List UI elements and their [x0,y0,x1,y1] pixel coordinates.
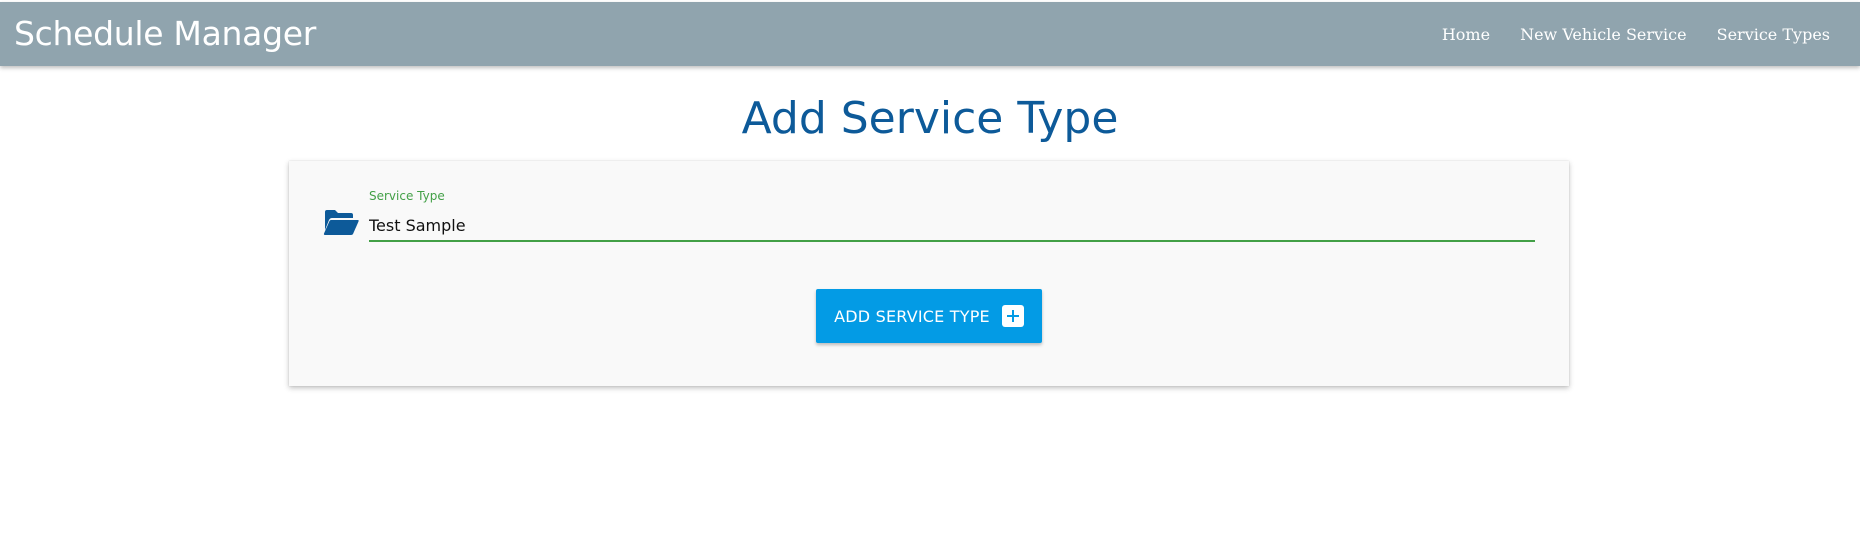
top-navbar: Schedule Manager Home New Vehicle Servic… [0,2,1860,66]
service-type-label: Service Type [369,189,445,203]
nav-link-service-types[interactable]: Service Types [1717,25,1830,44]
page-title: Add Service Type [741,93,1119,144]
plus-box-icon [1001,305,1024,327]
nav-link-home[interactable]: Home [1442,25,1490,44]
add-service-type-button-label: ADD SERVICE TYPE [834,306,990,326]
add-service-type-card: Service Type ADD SERVICE TYPE [289,161,1569,386]
add-service-type-button[interactable]: ADD SERVICE TYPE [816,289,1042,343]
folder-open-icon [323,208,359,236]
service-type-input[interactable] [369,210,1535,242]
brand-title[interactable]: Schedule Manager [14,14,316,53]
nav-link-new-vehicle-service[interactable]: New Vehicle Service [1520,25,1687,44]
nav-links: Home New Vehicle Service Service Types [1412,2,1830,66]
